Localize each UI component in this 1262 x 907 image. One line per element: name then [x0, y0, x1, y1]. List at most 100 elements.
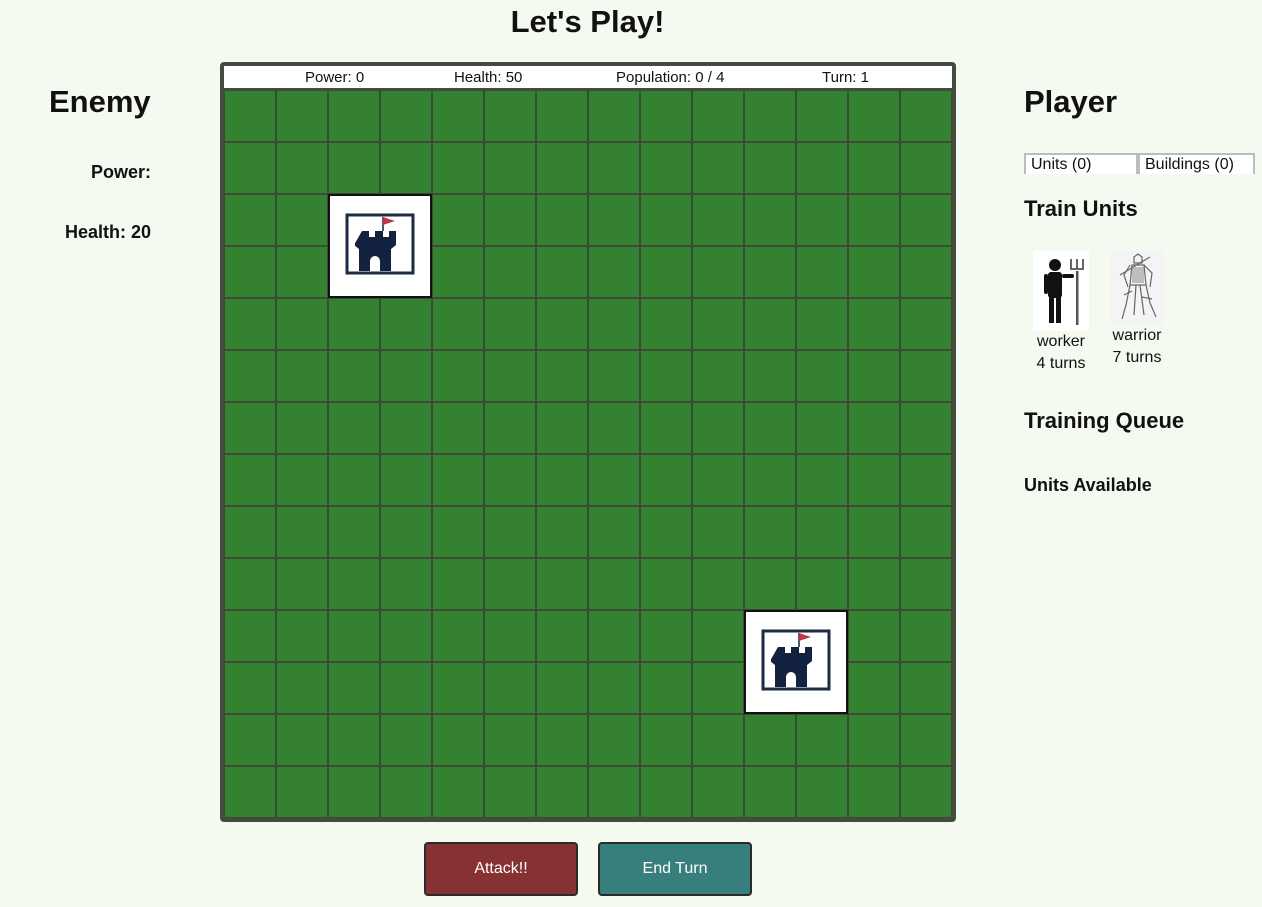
board-tile[interactable]	[744, 558, 796, 610]
board-tile[interactable]	[692, 90, 744, 142]
board-tile[interactable]	[536, 662, 588, 714]
board-tile[interactable]	[848, 350, 900, 402]
board-tile[interactable]	[276, 350, 328, 402]
board-tile[interactable]	[848, 142, 900, 194]
board-tile[interactable]	[224, 298, 276, 350]
board-tile[interactable]	[224, 90, 276, 142]
board-tile[interactable]	[744, 766, 796, 818]
board-tile[interactable]	[588, 142, 640, 194]
board-tile[interactable]	[900, 142, 952, 194]
board-tile[interactable]	[536, 194, 588, 246]
board-tile[interactable]	[536, 714, 588, 766]
board-tile[interactable]	[796, 402, 848, 454]
board-tile[interactable]	[848, 90, 900, 142]
board-tile[interactable]	[848, 298, 900, 350]
board-tile[interactable]	[588, 454, 640, 506]
board-tile[interactable]	[744, 350, 796, 402]
end-turn-button[interactable]: End Turn	[598, 842, 752, 896]
board-tile[interactable]	[432, 454, 484, 506]
board-tile[interactable]	[796, 246, 848, 298]
board-tile[interactable]	[692, 610, 744, 662]
board-tile[interactable]	[224, 350, 276, 402]
board-tile[interactable]	[484, 194, 536, 246]
board-tile[interactable]	[328, 298, 380, 350]
board-tile[interactable]	[328, 714, 380, 766]
board-tile[interactable]	[640, 506, 692, 558]
board-tile[interactable]	[848, 402, 900, 454]
board-tile[interactable]	[900, 662, 952, 714]
board-tile[interactable]	[640, 766, 692, 818]
board-tile[interactable]	[432, 506, 484, 558]
board-tile[interactable]	[640, 194, 692, 246]
board-tile[interactable]	[640, 142, 692, 194]
board-tile[interactable]	[796, 454, 848, 506]
board-tile[interactable]	[224, 610, 276, 662]
board-tile[interactable]	[536, 350, 588, 402]
board-tile[interactable]	[744, 194, 796, 246]
board-tile[interactable]	[848, 766, 900, 818]
board-tile[interactable]	[848, 194, 900, 246]
board-tile[interactable]	[900, 766, 952, 818]
board-tile[interactable]	[380, 350, 432, 402]
board-tile[interactable]	[900, 246, 952, 298]
board-tile[interactable]	[796, 558, 848, 610]
board-tile[interactable]	[692, 142, 744, 194]
board-tile[interactable]	[536, 402, 588, 454]
board-tile[interactable]	[640, 402, 692, 454]
board-tile[interactable]	[328, 610, 380, 662]
board-tile[interactable]	[276, 558, 328, 610]
board-tile[interactable]	[692, 766, 744, 818]
board-tile[interactable]	[796, 194, 848, 246]
board-tile[interactable]	[900, 90, 952, 142]
board-tile[interactable]	[484, 298, 536, 350]
board-tile[interactable]	[640, 90, 692, 142]
board-tile[interactable]	[744, 454, 796, 506]
board-tile[interactable]	[900, 454, 952, 506]
board-tile[interactable]	[588, 714, 640, 766]
board-tile[interactable]	[276, 142, 328, 194]
board-tile[interactable]	[588, 350, 640, 402]
board-tile[interactable]	[432, 350, 484, 402]
board-tile[interactable]	[692, 506, 744, 558]
board-tile[interactable]	[744, 142, 796, 194]
board-tile[interactable]	[640, 246, 692, 298]
board-tile[interactable]	[796, 142, 848, 194]
board-tile[interactable]	[432, 194, 484, 246]
board-tile[interactable]	[536, 766, 588, 818]
board-tile[interactable]	[536, 610, 588, 662]
board-tile[interactable]	[588, 90, 640, 142]
board-tile[interactable]	[744, 90, 796, 142]
board-tile[interactable]	[536, 246, 588, 298]
board-tile[interactable]	[848, 714, 900, 766]
board-tile[interactable]	[224, 766, 276, 818]
board-tile[interactable]	[744, 506, 796, 558]
board-tile[interactable]	[432, 662, 484, 714]
board-tile[interactable]	[276, 246, 328, 298]
board-tile[interactable]	[692, 246, 744, 298]
board-tile[interactable]	[380, 298, 432, 350]
board-tile[interactable]	[900, 714, 952, 766]
tab-buildings[interactable]: Buildings (0)	[1138, 153, 1255, 174]
board-tile[interactable]	[276, 90, 328, 142]
board-tile[interactable]	[848, 454, 900, 506]
board-tile[interactable]	[536, 142, 588, 194]
board-tile[interactable]	[796, 298, 848, 350]
board-tile[interactable]	[692, 662, 744, 714]
attack-button[interactable]: Attack!!	[424, 842, 578, 896]
board-tile[interactable]	[536, 90, 588, 142]
board-tile[interactable]	[692, 194, 744, 246]
board-tile[interactable]	[380, 766, 432, 818]
tab-units[interactable]: Units (0)	[1024, 153, 1138, 174]
board-tile[interactable]	[588, 610, 640, 662]
board-tile[interactable]	[900, 610, 952, 662]
board-tile[interactable]	[588, 402, 640, 454]
board-tile[interactable]	[692, 714, 744, 766]
board-tile[interactable]	[276, 194, 328, 246]
board-tile[interactable]	[380, 454, 432, 506]
board-tile[interactable]	[536, 506, 588, 558]
board-tile[interactable]	[432, 714, 484, 766]
board-tile[interactable]	[848, 246, 900, 298]
board-tile[interactable]	[744, 246, 796, 298]
board-tile[interactable]	[432, 142, 484, 194]
board-tile[interactable]	[276, 454, 328, 506]
